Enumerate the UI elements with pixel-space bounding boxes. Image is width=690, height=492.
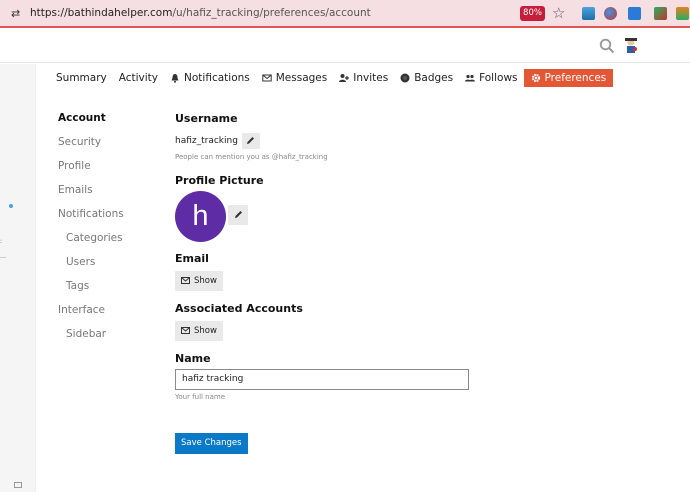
extension-icon-2[interactable] bbox=[604, 7, 617, 20]
prefs-interface[interactable]: Interface bbox=[58, 302, 124, 326]
address-bar[interactable]: https://bathindahelper.com/u/hafiz_track… bbox=[30, 7, 371, 19]
profile-picture-section: Profile Picture h bbox=[175, 174, 264, 242]
nav-label: Invites bbox=[353, 72, 389, 84]
unread-dot-icon bbox=[9, 204, 13, 208]
nav-activity[interactable]: Activity bbox=[113, 69, 164, 87]
browser-toolbar: ⇄ https://bathindahelper.com/u/hafiz_tra… bbox=[0, 0, 690, 28]
nav-badges[interactable]: Badges bbox=[394, 69, 459, 87]
nav-label: Messages bbox=[275, 72, 328, 84]
name-section: Name hafiz tracking Your full name bbox=[175, 352, 469, 401]
prefs-tags[interactable]: Tags bbox=[58, 278, 124, 302]
show-email-label: Show bbox=[194, 275, 217, 286]
prefs-emails[interactable]: Emails bbox=[58, 182, 124, 206]
name-input[interactable]: hafiz tracking bbox=[175, 369, 469, 390]
envelope-icon bbox=[181, 327, 190, 334]
nav-label: Notifications bbox=[184, 72, 250, 84]
username-help: People can mention you as @hafiz_trackin… bbox=[175, 153, 328, 161]
pencil-icon bbox=[235, 211, 242, 218]
associated-accounts-section: Associated Accounts Show bbox=[175, 302, 303, 341]
prefs-account[interactable]: Account bbox=[58, 110, 124, 134]
prefs-sidebar[interactable]: Sidebar bbox=[58, 326, 124, 350]
show-associated-accounts-label: Show bbox=[194, 325, 217, 336]
gutter-mark: … bbox=[0, 253, 6, 260]
prefs-users[interactable]: Users bbox=[58, 254, 124, 278]
show-associated-accounts-button[interactable]: Show bbox=[175, 320, 223, 341]
zoom-badge[interactable]: 80% bbox=[520, 6, 545, 21]
envelope-icon bbox=[181, 277, 190, 284]
envelope-icon bbox=[262, 74, 272, 82]
associated-accounts-label: Associated Accounts bbox=[175, 302, 303, 315]
nav-preferences[interactable]: Preferences bbox=[523, 69, 614, 87]
forum-header bbox=[0, 30, 690, 63]
nav-label: Preferences bbox=[544, 72, 607, 84]
user-plus-icon bbox=[339, 74, 350, 82]
user-avatar-icon[interactable] bbox=[623, 37, 639, 55]
nav-label: Activity bbox=[118, 72, 159, 84]
prefs-profile[interactable]: Profile bbox=[58, 158, 124, 182]
prefs-security[interactable]: Security bbox=[58, 134, 124, 158]
edit-avatar-button[interactable] bbox=[228, 205, 248, 225]
save-section: Save Changes bbox=[175, 430, 248, 454]
extension-icon-5[interactable] bbox=[676, 7, 689, 20]
profile-picture-label: Profile Picture bbox=[175, 174, 264, 187]
name-help: Your full name bbox=[175, 393, 226, 401]
left-sidebar-gutter: : … bbox=[0, 64, 36, 492]
gear-icon bbox=[531, 73, 540, 83]
profile-avatar: h bbox=[175, 191, 226, 242]
show-email-button[interactable]: Show bbox=[175, 270, 223, 291]
extension-icon-3[interactable] bbox=[628, 7, 641, 20]
gutter-mark: : bbox=[0, 238, 3, 245]
certificate-icon bbox=[400, 73, 410, 83]
bookmark-star-icon[interactable]: ☆ bbox=[552, 5, 567, 22]
edit-username-button[interactable] bbox=[241, 133, 260, 149]
gutter-toggle-icon[interactable] bbox=[14, 482, 22, 488]
username-value: hafiz_tracking bbox=[175, 136, 238, 146]
email-section: Email Show bbox=[175, 252, 223, 291]
nav-label: Summary bbox=[56, 72, 107, 84]
nav-notifications[interactable]: Notifications bbox=[164, 69, 256, 87]
email-label: Email bbox=[175, 252, 209, 265]
nav-invites[interactable]: Invites bbox=[333, 69, 394, 87]
url-host: https://bathindahelper.com bbox=[30, 7, 173, 19]
save-changes-button[interactable]: Save Changes bbox=[175, 433, 248, 454]
preferences-sidebar: Account Security Profile Emails Notifica… bbox=[58, 110, 124, 350]
pencil-icon bbox=[246, 137, 254, 144]
search-icon[interactable] bbox=[599, 38, 615, 54]
nav-summary[interactable]: Summary bbox=[50, 69, 113, 87]
nav-label: Badges bbox=[414, 72, 454, 84]
users-icon bbox=[465, 74, 476, 82]
extension-icon-4[interactable] bbox=[654, 7, 667, 20]
prefs-categories[interactable]: Categories bbox=[58, 230, 124, 254]
prefs-notifications[interactable]: Notifications bbox=[58, 206, 124, 230]
name-label: Name bbox=[175, 352, 211, 365]
username-label: Username bbox=[175, 112, 238, 125]
username-section: Username hafiz_tracking People can menti… bbox=[175, 112, 328, 161]
bell-icon bbox=[171, 74, 179, 83]
nav-follows[interactable]: Follows bbox=[459, 69, 523, 87]
nav-label: Follows bbox=[479, 72, 518, 84]
site-info-icon[interactable]: ⇄ bbox=[11, 7, 20, 20]
nav-messages[interactable]: Messages bbox=[256, 69, 334, 87]
extension-icon-1[interactable] bbox=[582, 7, 595, 20]
user-nav: Summary Activity Notifications Messages … bbox=[50, 68, 614, 88]
url-path: /u/hafiz_tracking/preferences/account bbox=[172, 7, 371, 19]
